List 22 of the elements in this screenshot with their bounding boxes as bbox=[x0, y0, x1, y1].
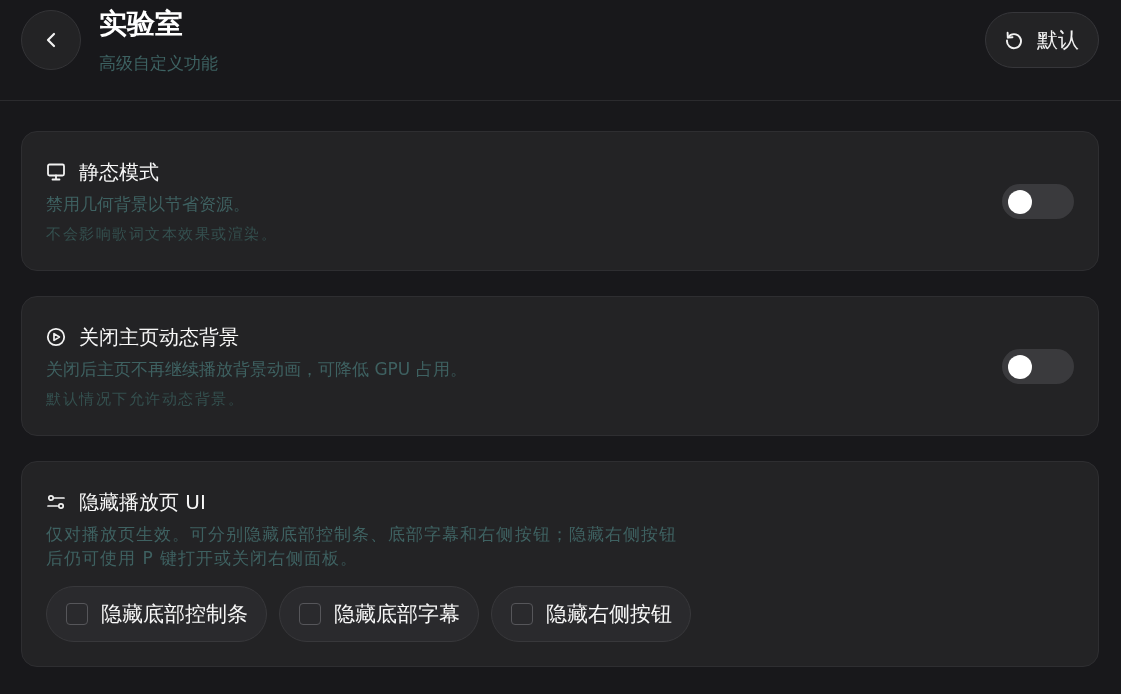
circular-arrow-icon bbox=[1004, 30, 1024, 50]
page-title: 实验室 bbox=[99, 8, 184, 40]
toggle-switch[interactable] bbox=[1002, 184, 1074, 219]
setting-title: 隐藏播放页 UI bbox=[79, 489, 206, 516]
checkbox[interactable] bbox=[511, 603, 533, 625]
setting-title: 关闭主页动态背景 bbox=[79, 324, 239, 351]
checkbox-option[interactable]: 隐藏右侧按钮 bbox=[491, 586, 691, 642]
setting-description: 仅对播放页生效。可分别隐藏底部控制条、底部字幕和右侧按钮；隐藏右侧按钮后仍可使用 P 键打开或关闭右侧面板。 bbox=[46, 523, 678, 570]
setting-description: 关闭后主页不再继续播放背景动画，可降低 GPU 占用。 bbox=[46, 358, 468, 381]
checkbox[interactable] bbox=[299, 603, 321, 625]
checkbox[interactable] bbox=[66, 603, 88, 625]
sliders-icon bbox=[46, 492, 66, 512]
toggle-switch[interactable] bbox=[1002, 349, 1074, 384]
chevron-left-icon bbox=[46, 32, 56, 48]
play-circle-icon bbox=[46, 327, 66, 347]
monitor-icon bbox=[46, 162, 66, 182]
checkbox-option[interactable]: 隐藏底部控制条 bbox=[46, 586, 267, 642]
setting-title: 静态模式 bbox=[79, 159, 159, 186]
checkbox-option[interactable]: 隐藏底部字幕 bbox=[279, 586, 479, 642]
setting-description: 禁用几何背景以节省资源。 bbox=[46, 193, 251, 216]
page-subtitle: 高级自定义功能 bbox=[99, 52, 218, 74]
default-button[interactable]: 默认 bbox=[985, 12, 1099, 68]
